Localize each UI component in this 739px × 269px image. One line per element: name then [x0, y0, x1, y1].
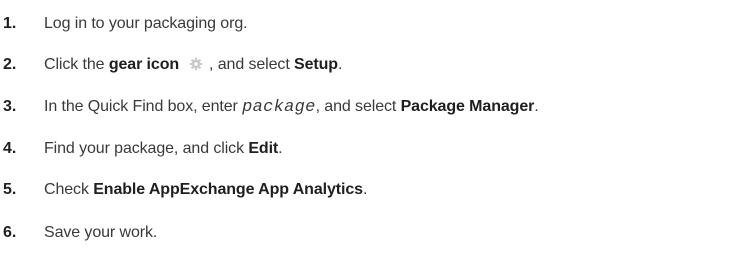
step-number: 2. — [3, 56, 17, 73]
gear-icon — [189, 57, 203, 71]
step-text-mid: , and select — [209, 56, 295, 73]
gear-icon-label: gear icon — [108, 56, 180, 73]
step-text-post: . — [337, 56, 343, 73]
setting-label: Enable AppExchange App Analytics — [93, 181, 363, 198]
step-text-content: Save your work. — [44, 224, 158, 241]
package-manager-label: Package Manager — [400, 98, 535, 115]
step-text-post: . — [362, 181, 368, 198]
step-text-pre: In the Quick Find box, enter — [44, 98, 243, 115]
step-text-post: . — [278, 140, 283, 157]
step-text: Save your work. — [44, 221, 157, 245]
step-number: 4. — [3, 140, 17, 157]
step-text: Find your package, and click Edit. — [44, 137, 283, 161]
step-text-pre: Find your package, and click — [44, 140, 249, 157]
step-text: Check Enable AppExchange App Analytics. — [44, 178, 367, 202]
step-number: 6. — [3, 224, 17, 241]
code-term: package — [242, 98, 316, 117]
step-number: 5. — [3, 181, 17, 198]
step-number: 3. — [3, 98, 17, 115]
step-text: In the Quick Find box, enter package, an… — [44, 95, 539, 120]
step-number: 1. — [3, 15, 17, 32]
edit-label: Edit — [248, 140, 279, 157]
step-text: Log in to your packaging org. — [44, 12, 248, 36]
step-text-mid: , and select — [315, 98, 401, 115]
step-text-pre: Check — [44, 181, 94, 198]
step-text-pre: Click the — [44, 56, 109, 73]
step-text-content: Log in to your packaging org. — [44, 15, 248, 32]
step-text: Click the gear icon , and select Setup. — [44, 53, 342, 77]
setup-label: Setup — [294, 56, 338, 73]
step-text-post: . — [534, 98, 539, 115]
